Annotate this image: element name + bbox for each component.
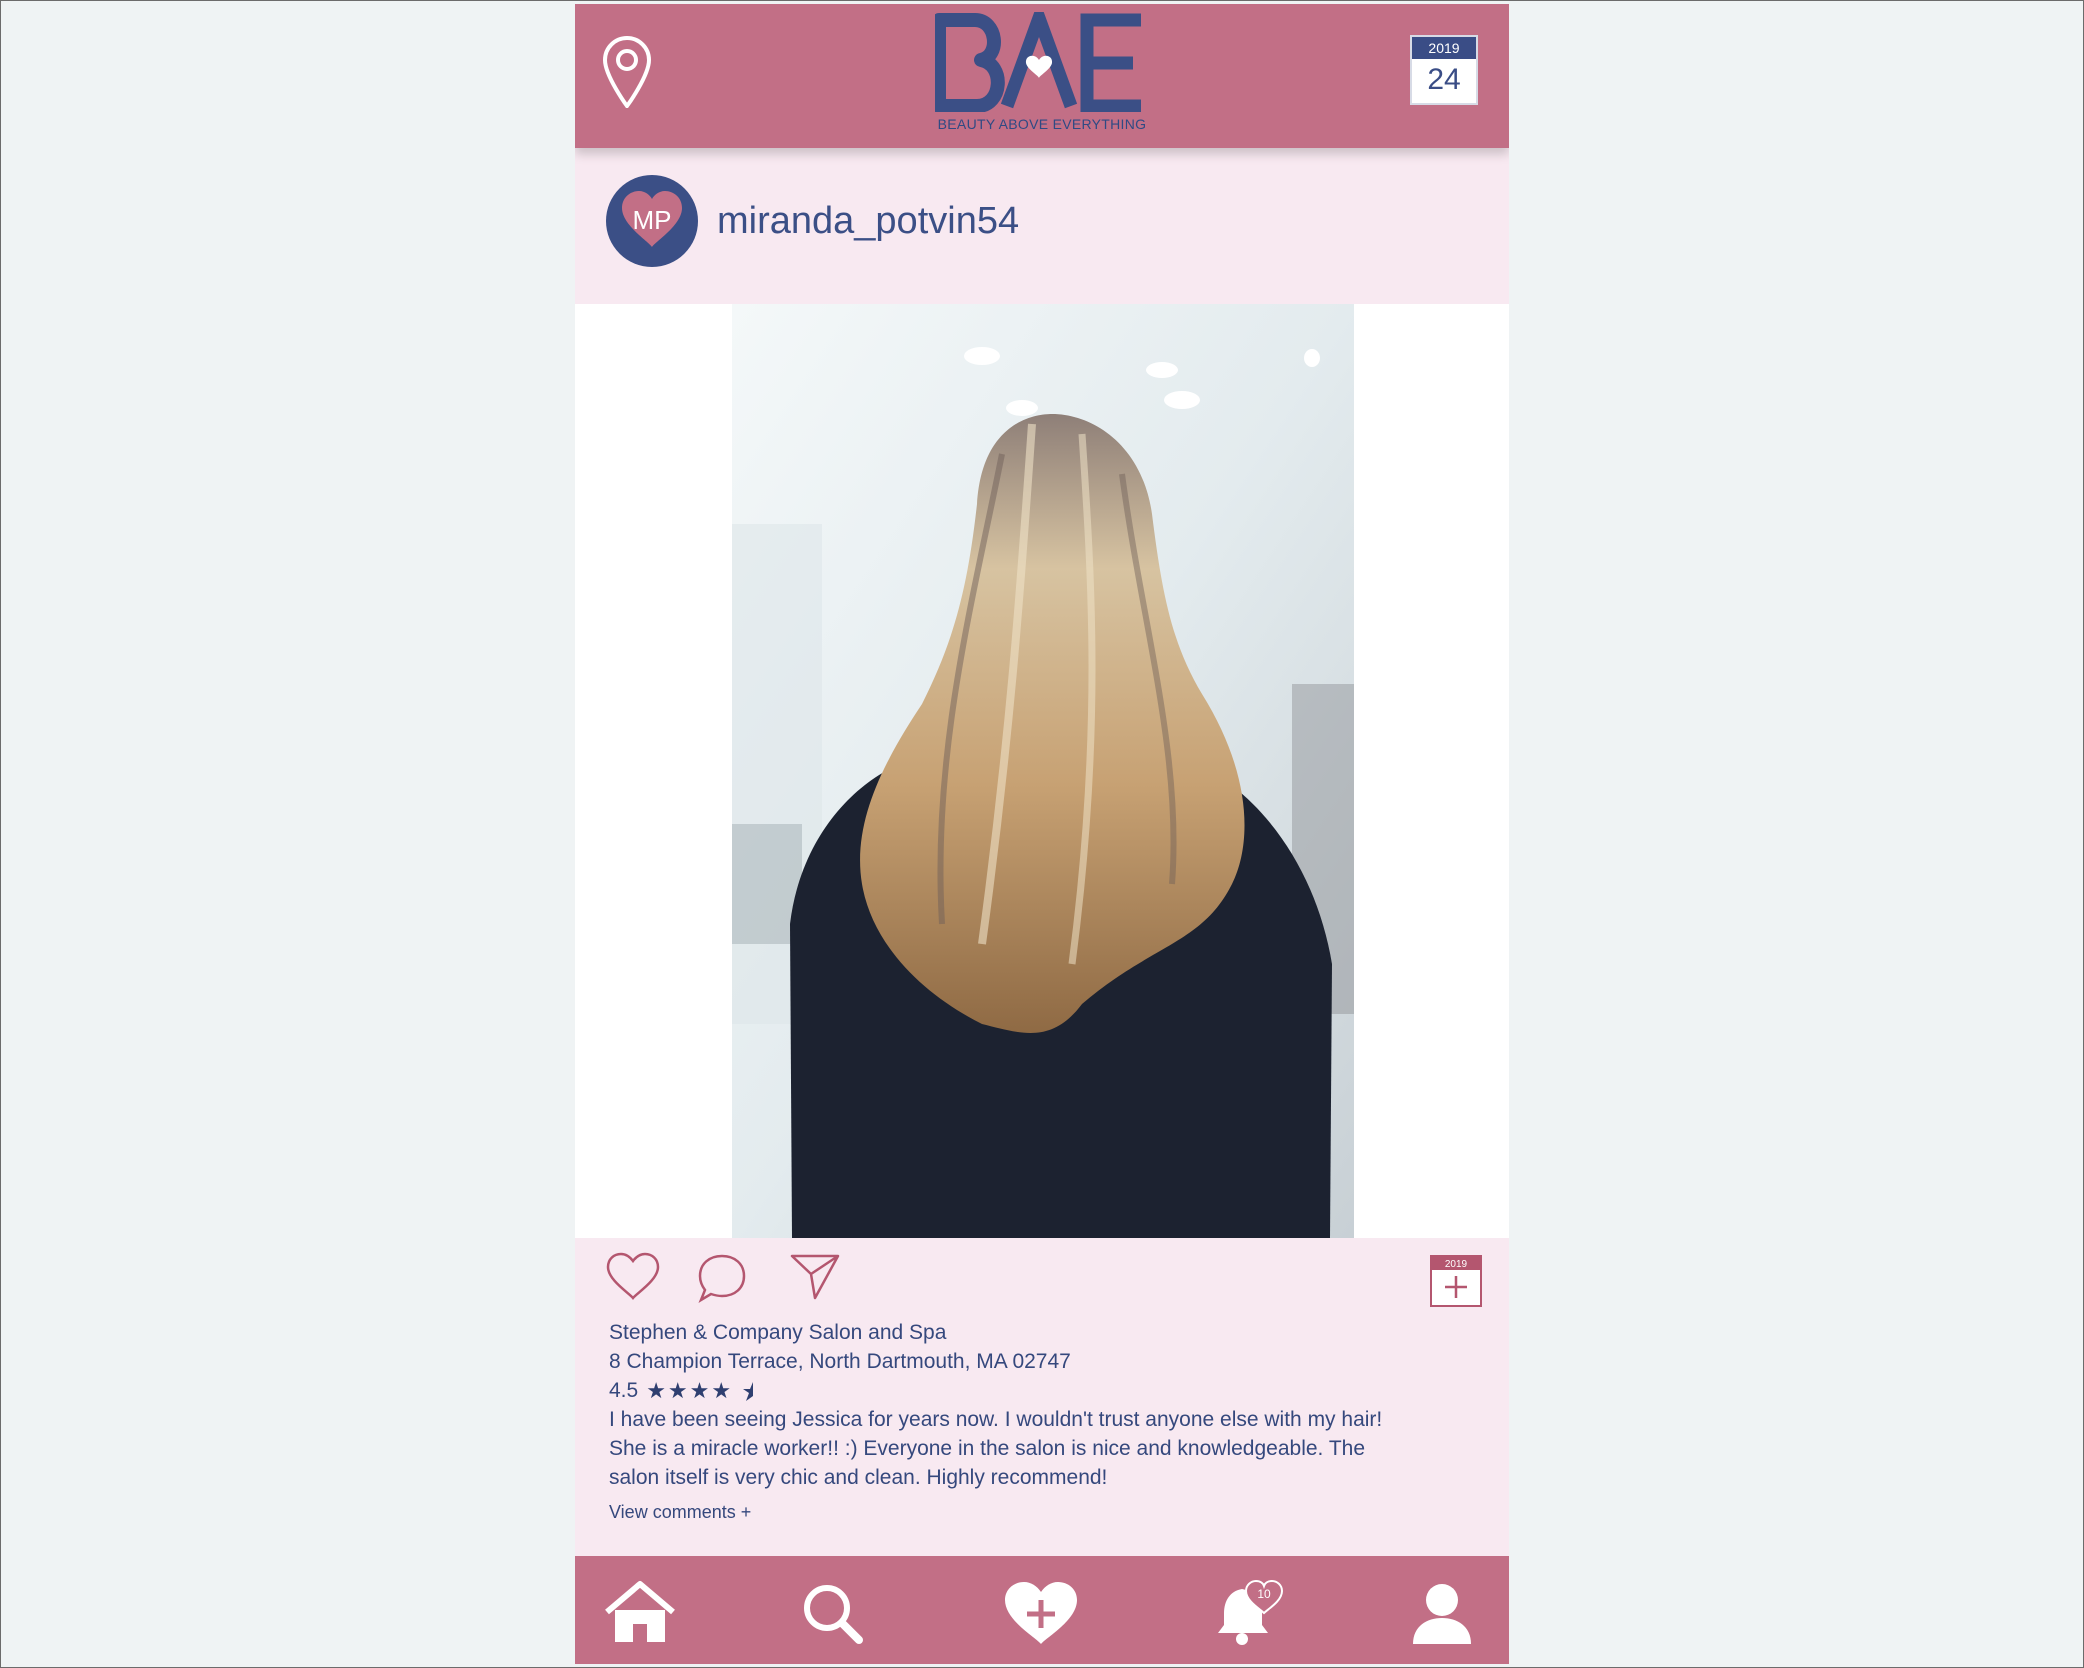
post-details: 2019 Stephen & Company Salon and Spa 8 C…	[575, 1238, 1509, 1556]
svg-text:2019: 2019	[1445, 1259, 1468, 1270]
search-icon[interactable]	[792, 1578, 872, 1648]
add-heart-icon[interactable]	[1001, 1578, 1081, 1648]
rating-value: 4.5	[609, 1379, 639, 1402]
review-line: salon itself is very chic and clean. Hig…	[609, 1466, 1108, 1489]
brand-logo[interactable]: BEAUTY ABOVE EVERYTHING	[935, 12, 1149, 140]
profile-icon[interactable]	[1402, 1578, 1482, 1648]
home-icon[interactable]	[600, 1578, 680, 1648]
post-photo[interactable]	[732, 304, 1354, 1238]
like-icon[interactable]	[605, 1252, 661, 1307]
calendar-day: 24	[1427, 63, 1461, 96]
add-to-calendar-icon[interactable]: 2019	[1429, 1254, 1483, 1313]
comment-icon[interactable]	[697, 1252, 747, 1309]
post-caption: Stephen & Company Salon and Spa 8 Champi…	[609, 1318, 1469, 1523]
salon-name[interactable]: Stephen & Company Salon and Spa	[609, 1318, 1469, 1347]
logo-tagline: BEAUTY ABOVE EVERYTHING	[937, 116, 1147, 132]
notification-count: 10	[1257, 1587, 1271, 1601]
post-username[interactable]: miranda_potvin54	[717, 200, 1019, 243]
location-pin-icon[interactable]	[601, 36, 653, 110]
logo-wordmark	[935, 12, 1141, 112]
share-icon[interactable]	[789, 1252, 841, 1307]
view-comments-link[interactable]: View comments +	[609, 1502, 1469, 1523]
hair-photo-illustration	[732, 304, 1354, 1238]
notifications-icon[interactable]: 10	[1209, 1578, 1289, 1648]
app-screen: BEAUTY ABOVE EVERYTHING 2019 24 MP miran…	[575, 4, 1509, 1664]
post-photo-area	[575, 304, 1509, 1238]
bottom-nav: 10	[575, 1556, 1509, 1664]
review-text: I have been seeing Jessica for years now…	[609, 1405, 1409, 1492]
review-line: She is a miracle worker!! :) Everyone in…	[609, 1437, 1366, 1460]
post-header: MP miranda_potvin54	[575, 148, 1509, 304]
top-bar: BEAUTY ABOVE EVERYTHING 2019 24	[575, 4, 1509, 148]
half-star-icon	[743, 1381, 754, 1401]
calendar-year: 2019	[1412, 37, 1476, 59]
avatar[interactable]: MP	[606, 175, 698, 267]
avatar-initials: MP	[632, 205, 672, 235]
rating-row: 4.5 ★★★★	[609, 1376, 1469, 1405]
calendar-date-icon[interactable]: 2019 24	[1410, 35, 1478, 105]
rating-stars: ★★★★	[646, 1378, 734, 1403]
review-line: I have been seeing Jessica for years now…	[609, 1408, 1383, 1431]
salon-address[interactable]: 8 Champion Terrace, North Dartmouth, MA …	[609, 1347, 1469, 1376]
